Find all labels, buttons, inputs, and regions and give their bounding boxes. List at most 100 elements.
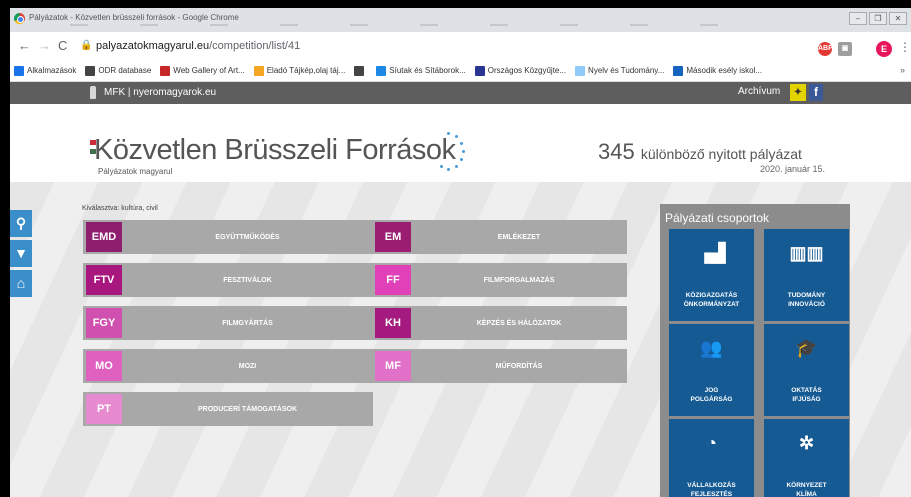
group-tile-jog[interactable]: 👥 JOG POLGÁRSÁG — [669, 324, 754, 416]
home-icon[interactable]: ⌂ — [10, 270, 32, 297]
category-code: MO — [86, 351, 122, 381]
globe-icon — [85, 65, 96, 76]
category-label: Producerí támogatások — [197, 405, 298, 413]
bookmark-label: Alkalmazások — [27, 66, 77, 75]
site-header: MFK | nyeromagyarok.eu Archívum ✦ f — [10, 82, 911, 104]
category-code: EM — [375, 222, 411, 252]
profile-avatar[interactable]: E — [876, 41, 892, 57]
bookmark-item[interactable]: Eladó Tájkép,olaj táj... — [253, 65, 345, 76]
people-icon: 👥 — [700, 338, 723, 358]
more-bookmarks-icon[interactable]: » — [900, 65, 905, 75]
school-icon — [673, 65, 684, 76]
window-controls: – ❐ ✕ — [849, 12, 907, 25]
group-tile-oktatás[interactable]: 🎓 OKTATÁS IFJÚSÁG — [764, 324, 849, 416]
brush-icon — [253, 65, 264, 76]
snowflake-icon — [376, 65, 387, 76]
category-label: Együttműködés — [215, 233, 280, 241]
tile-label-line1: OKTATÁS — [791, 387, 822, 394]
tile-label-line2: INNOVÁCIÓ — [788, 301, 825, 308]
site-brand[interactable]: MFK | nyeromagyarok.eu — [104, 87, 216, 98]
restore-icon[interactable]: ❐ — [869, 12, 887, 25]
page-content: Közvetlen Brüsszeli Források Pályázatok … — [10, 104, 911, 497]
site-logo-title[interactable]: Közvetlen Brüsszeli Források — [94, 134, 456, 167]
filter-icon[interactable]: ▼ — [10, 240, 32, 267]
tile-label-line1: TUDOMÁNY — [787, 292, 826, 299]
selected-filter: Kiválasztva: kultúra, civil — [82, 205, 158, 212]
bookmark-item[interactable]: Síutak és Sítáborok... — [376, 65, 466, 76]
back-icon[interactable]: ← — [18, 38, 31, 53]
tile-label-line2: POLGÁRSÁG — [690, 396, 733, 403]
tile-label-line1: JOG — [704, 387, 719, 394]
tile-label-line2: IFJÚSÁG — [792, 396, 821, 403]
group-tile-vállalkozás[interactable]: ◔ VÁLLALKOZÁS FEJLESZTÉS — [669, 419, 754, 497]
globe-icon — [354, 65, 365, 76]
page-icon — [575, 65, 586, 76]
yellow-people-icon[interactable]: ✦ — [790, 84, 806, 101]
tab-strip — [70, 24, 720, 26]
pie-chart-icon: ◔ — [706, 433, 717, 453]
tile-label-line1: VÁLLALKOZÁS — [687, 482, 736, 489]
url-field[interactable]: 🔒 palyazatokmagyarul.eu/competition/list… — [80, 36, 853, 58]
bookmark-item[interactable]: Második esély iskol... — [673, 65, 762, 76]
extension-icon[interactable]: ▣ — [838, 42, 852, 56]
bottle-icon — [90, 86, 96, 99]
category-ff[interactable]: FF Filmforgalmazás — [372, 263, 627, 297]
tile-label-line1: KÖRNYEZET — [786, 482, 827, 489]
category-emd[interactable]: EMD Együttműködés — [83, 220, 373, 254]
group-tile-környezet[interactable]: ✲ KÖRNYEZET KLÍMA — [764, 419, 849, 497]
bookmark-label: Web Gallery of Art... — [173, 66, 245, 75]
reload-icon[interactable]: C — [58, 38, 67, 53]
groups-panel: Pályázati csoportok ▗▟ KÖZIGAZGATÁS ÖNKORM… — [660, 204, 850, 497]
category-label: Mozi — [238, 362, 257, 370]
abp-extension-icon[interactable]: ABP — [818, 42, 833, 56]
category-code: PT — [86, 394, 122, 424]
bookmark-item[interactable]: Web Gallery of Art... — [160, 65, 245, 76]
close-icon[interactable]: ✕ — [889, 12, 907, 25]
category-code: FF — [375, 265, 411, 295]
minimize-icon[interactable]: – — [849, 12, 867, 25]
search-icon[interactable]: ⚲ — [10, 210, 32, 237]
category-pt[interactable]: PT Producerí támogatások — [83, 392, 373, 426]
wga-icon — [160, 65, 171, 76]
facebook-icon[interactable]: f — [809, 84, 823, 101]
group-tile-közigazgatás[interactable]: ▗▟ KÖZIGAZGATÁS ÖNKORMÁNYZAT — [669, 229, 754, 321]
url-path: /competition/list/41 — [209, 40, 301, 52]
bookmark-item[interactable]: Országos Közgyűjte... — [474, 65, 567, 76]
group-tile-tudomány[interactable]: ▥▥ TUDOMÁNY INNOVÁCIÓ — [764, 229, 849, 321]
title-bar: Pályázatok - Közvetlen brüsszeli forráso… — [10, 8, 911, 32]
browser-window: Pályázatok - Közvetlen brüsszeli forráso… — [10, 8, 911, 497]
category-kh[interactable]: KH Képzés és hálózatok — [372, 306, 627, 340]
bookmark-item[interactable]: Nyelv és Tudomány... — [575, 65, 665, 76]
category-em[interactable]: EM Emlékezet — [372, 220, 627, 254]
url-host: palyazatokmagyarul.eu — [96, 40, 210, 52]
tile-label-line2: FEJLESZTÉS — [690, 491, 733, 497]
tile-label-line2: KLÍMA — [796, 491, 817, 497]
bookmark-item[interactable] — [354, 65, 367, 76]
category-mo[interactable]: MO Mozi — [83, 349, 373, 383]
category-label: Filmforgalmazás — [483, 276, 555, 284]
category-mf[interactable]: MF Műfordítás — [372, 349, 627, 383]
bookmark-label: Nyelv és Tudomány... — [588, 66, 665, 75]
category-label: Emlékezet — [497, 233, 541, 241]
category-fgy[interactable]: FGY Filmgyártás — [83, 306, 373, 340]
menu-icon[interactable]: ⋮ — [899, 40, 911, 54]
category-code: KH — [375, 308, 411, 338]
building-icon: ▥▥ — [789, 243, 824, 263]
category-label: Műfordítás — [495, 362, 543, 370]
eu-stars-icon — [435, 132, 465, 172]
forward-icon[interactable]: → — [38, 38, 51, 53]
library-icon — [474, 65, 485, 76]
bookmark-label: Országos Közgyűjte... — [487, 66, 567, 75]
category-label: Filmgyártás — [222, 319, 273, 327]
tile-label-line2: ÖNKORMÁNYZAT — [683, 301, 740, 308]
archive-link[interactable]: Archívum — [738, 86, 780, 97]
count-text: különböző nyitott pályázat — [640, 146, 802, 162]
open-calls-count: 345 különböző nyitott pályázat — [598, 139, 802, 165]
category-label: Fesztiválok — [223, 276, 272, 284]
bookmark-item[interactable]: Alkalmazások — [14, 65, 77, 76]
address-bar: ← → C 🔒 palyazatokmagyarul.eu/competitio… — [10, 32, 911, 60]
bar-chart-icon: ▗▟ — [697, 243, 726, 263]
bookmark-item[interactable]: ODR database — [85, 65, 151, 76]
category-code: MF — [375, 351, 411, 381]
category-ftv[interactable]: FTV Fesztiválok — [83, 263, 373, 297]
